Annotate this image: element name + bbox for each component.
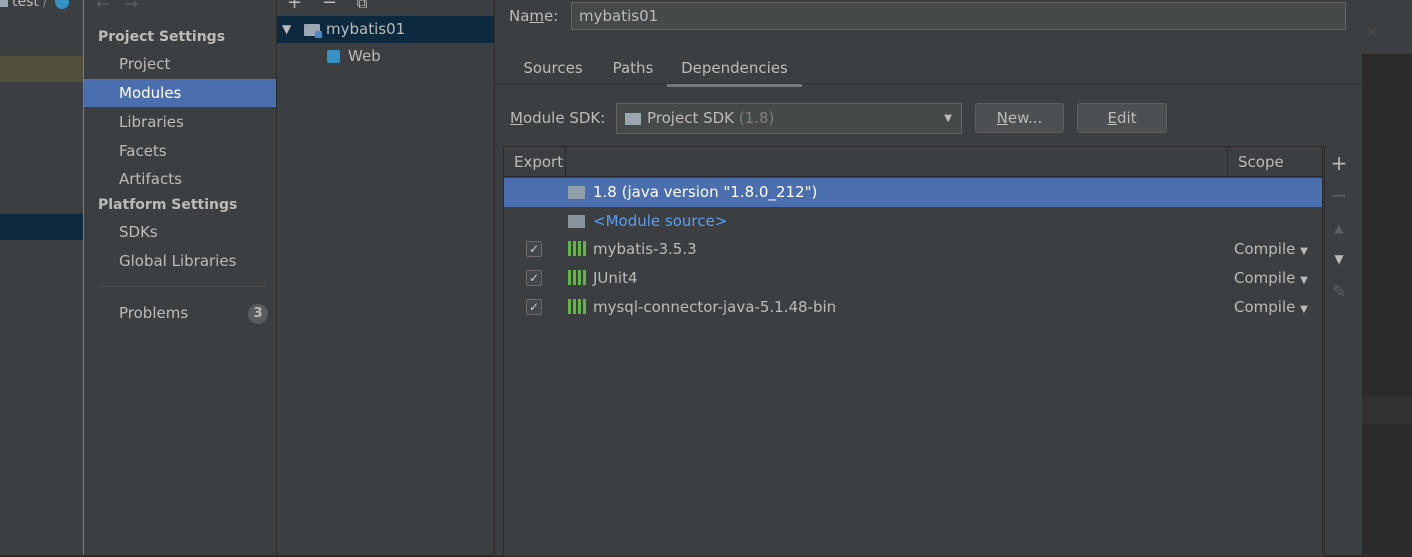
column-header-name[interactable] bbox=[566, 147, 1228, 177]
export-checkbox[interactable]: ✓ bbox=[526, 270, 542, 286]
tree-node-web-facet[interactable]: Web bbox=[277, 43, 494, 70]
export-checkbox[interactable]: ✓ bbox=[526, 299, 542, 315]
path-separator: / bbox=[42, 0, 48, 10]
export-checkbox[interactable]: ✓ bbox=[526, 241, 542, 257]
chevron-down-icon: ▼ bbox=[1300, 275, 1308, 286]
name-label: Name: bbox=[509, 7, 559, 25]
dependency-name: 1.8 (java version "1.8.0_212") bbox=[593, 183, 818, 201]
tree-node-module[interactable]: ▼ mybatis01 bbox=[277, 16, 494, 43]
nav-divider bbox=[98, 286, 266, 287]
table-row[interactable]: <Module source> bbox=[504, 207, 1322, 236]
tree-toolbar: + − ⧉ bbox=[287, 0, 367, 13]
move-up-icon[interactable]: ▲ bbox=[1323, 214, 1355, 242]
module-source-folder-icon bbox=[568, 215, 585, 228]
settings-nav: ← → Project Settings Project Modules Lib… bbox=[84, 0, 277, 555]
sdk-folder-icon bbox=[568, 186, 585, 199]
dependency-name: <Module source> bbox=[593, 212, 728, 230]
new-sdk-button[interactable]: New... bbox=[975, 103, 1064, 133]
ide-background-right: × bbox=[1361, 0, 1412, 555]
library-icon bbox=[568, 299, 586, 314]
nav-back-forward: ← → bbox=[96, 0, 138, 13]
dependencies-table: Export Scope 1.8 (java version "1.8.0_21… bbox=[503, 146, 1325, 557]
nav-item-modules[interactable]: Modules bbox=[84, 79, 276, 107]
copy-icon[interactable]: ⧉ bbox=[357, 0, 368, 12]
platform-settings-header: Platform Settings bbox=[98, 197, 238, 213]
tab-sources[interactable]: Sources bbox=[515, 58, 591, 84]
remove-icon[interactable]: − bbox=[1323, 181, 1355, 209]
nav-item-libraries[interactable]: Libraries bbox=[84, 108, 276, 136]
module-sdk-label: Module SDK: bbox=[510, 109, 606, 127]
table-row[interactable]: ✓ mybatis-3.5.3 Compile ▼ bbox=[504, 235, 1322, 264]
scope-dropdown[interactable]: Compile ▼ bbox=[1234, 293, 1314, 324]
project-settings-header: Project Settings bbox=[98, 29, 226, 45]
nav-item-global-libraries[interactable]: Global Libraries bbox=[84, 247, 276, 275]
sdk-folder-icon bbox=[625, 112, 641, 125]
library-icon bbox=[568, 241, 586, 256]
chevron-down-icon: ▼ bbox=[944, 113, 952, 124]
column-header-export[interactable]: Export bbox=[504, 147, 566, 177]
ide-editor-tab-strip: × bbox=[1361, 20, 1412, 54]
dependency-name: mybatis-3.5.3 bbox=[593, 240, 697, 258]
module-sdk-select[interactable]: Project SDK (1.8) ▼ bbox=[616, 103, 962, 134]
sdk-selected-hint: (1.8) bbox=[738, 109, 775, 127]
folder-icon bbox=[0, 0, 8, 7]
dependency-name: mysql-connector-java-5.1.48-bin bbox=[593, 298, 837, 316]
remove-icon[interactable]: − bbox=[322, 0, 337, 13]
edit-sdk-button[interactable]: Edit bbox=[1077, 103, 1167, 133]
ide-tab-strip: test / bbox=[0, 0, 82, 14]
tab-divider bbox=[495, 83, 1362, 84]
add-icon[interactable]: + bbox=[287, 0, 302, 13]
tab-paths[interactable]: Paths bbox=[605, 58, 661, 84]
forward-arrow-icon[interactable]: → bbox=[125, 0, 138, 13]
column-header-scope[interactable]: Scope bbox=[1228, 147, 1322, 177]
nav-item-project[interactable]: Project bbox=[84, 50, 276, 78]
table-row[interactable]: ✓ JUnit4 Compile ▼ bbox=[504, 264, 1322, 293]
problems-count-badge: 3 bbox=[248, 304, 268, 324]
chevron-down-icon: ▼ bbox=[1300, 246, 1308, 257]
ide-editor-line-highlight bbox=[1361, 396, 1412, 424]
module-details: Name: mybatis01 Sources Paths Dependenci… bbox=[495, 0, 1362, 557]
nav-item-artifacts[interactable]: Artifacts bbox=[84, 165, 276, 193]
add-icon[interactable]: + bbox=[1323, 149, 1355, 177]
ide-highlight-band bbox=[0, 56, 84, 82]
back-arrow-icon[interactable]: ← bbox=[96, 0, 109, 13]
chevron-down-icon: ▼ bbox=[1300, 304, 1308, 315]
web-facet-name: Web bbox=[348, 47, 381, 65]
ide-tab-label: test bbox=[12, 0, 39, 10]
edit-icon[interactable]: ✎ bbox=[1323, 278, 1355, 306]
ide-selection-band bbox=[0, 214, 84, 240]
nav-item-problems[interactable]: Problems 3 bbox=[84, 299, 276, 327]
expand-arrow-icon[interactable]: ▼ bbox=[282, 16, 291, 43]
problems-label: Problems bbox=[119, 304, 189, 322]
ide-background-left: test / bbox=[0, 0, 84, 555]
move-down-icon[interactable]: ▼ bbox=[1323, 245, 1355, 273]
library-icon bbox=[568, 270, 586, 285]
dependencies-side-toolbar: + − ▲ ▼ ✎ bbox=[1322, 146, 1355, 555]
module-tree: + − ⧉ ▼ mybatis01 Web bbox=[277, 0, 495, 555]
nav-item-sdks[interactable]: SDKs bbox=[84, 218, 276, 246]
nav-item-facets[interactable]: Facets bbox=[84, 137, 276, 165]
module-name: mybatis01 bbox=[326, 20, 406, 38]
class-icon bbox=[55, 0, 70, 9]
project-structure-dialog: ← → Project Settings Project Modules Lib… bbox=[83, 0, 1362, 557]
module-name-field[interactable]: mybatis01 bbox=[571, 2, 1346, 30]
close-icon[interactable]: × bbox=[1365, 22, 1378, 41]
sdk-selected-value: Project SDK bbox=[647, 109, 734, 127]
table-row[interactable]: 1.8 (java version "1.8.0_212") bbox=[504, 178, 1322, 207]
dependency-name: JUnit4 bbox=[593, 269, 638, 287]
scope-dropdown[interactable]: Compile ▼ bbox=[1234, 235, 1314, 266]
module-folder-icon bbox=[304, 24, 322, 38]
web-facet-icon bbox=[327, 50, 340, 63]
scope-dropdown[interactable]: Compile ▼ bbox=[1234, 264, 1314, 295]
table-row[interactable]: ✓ mysql-connector-java-5.1.48-bin Compil… bbox=[504, 293, 1322, 322]
ide-toolbar bbox=[1361, 0, 1412, 20]
